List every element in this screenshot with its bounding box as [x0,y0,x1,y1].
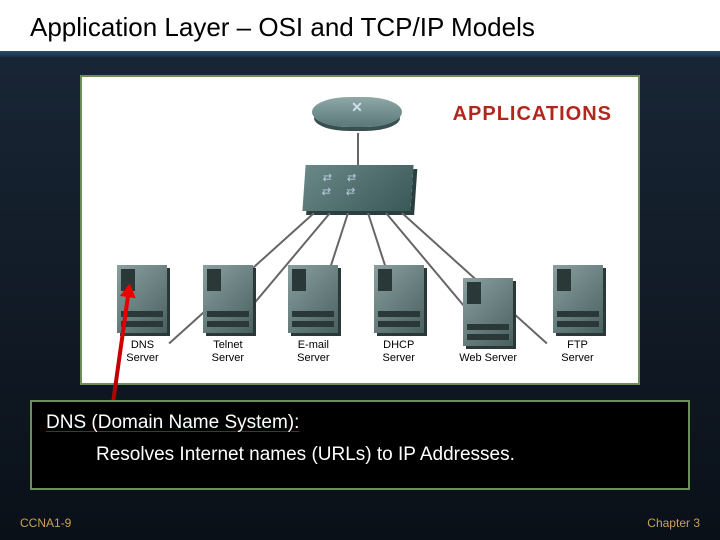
footer-left: CCNA1-9 [20,516,71,530]
server-label: E-mail Server [297,339,329,365]
server-4: Web Server [459,278,517,365]
server-2: E-mail Server [288,265,338,365]
server-icon [553,265,603,333]
server-3: DHCP Server [374,265,424,365]
router-switch-link [357,133,359,165]
server-1: Telnet Server [203,265,253,365]
caption-title-rest: (Domain Name System): [86,412,299,433]
title-text: Application Layer – OSI and TCP/IP Model… [30,12,535,42]
server-label: Telnet Server [212,339,244,365]
server-icon [203,265,253,333]
server-icon [288,265,338,333]
caption-title-prefix: DNS [46,412,86,433]
footer-right: Chapter 3 [647,516,700,530]
slide-title: Application Layer – OSI and TCP/IP Model… [0,0,720,51]
applications-label: APPLICATIONS [453,103,612,126]
caption-body: Resolves Internet names (URLs) to IP Add… [96,444,674,466]
server-label: DNS Server [126,339,158,365]
caption-title: DNS (Domain Name System): [46,412,674,434]
server-label: FTP Server [561,339,593,365]
server-icon [463,278,513,346]
caption-box: DNS (Domain Name System): Resolves Inter… [30,400,690,490]
server-label: DHCP Server [383,339,415,365]
router-icon [312,97,402,135]
server-label: Web Server [459,352,517,365]
server-icon [374,265,424,333]
server-5: FTP Server [553,265,603,365]
switch-icon [302,165,413,211]
network-diagram: APPLICATIONS DNS Server Telnet Server E-ma… [80,75,640,385]
server-row: DNS Server Telnet Server E-mail Server DHCP… [82,265,638,365]
